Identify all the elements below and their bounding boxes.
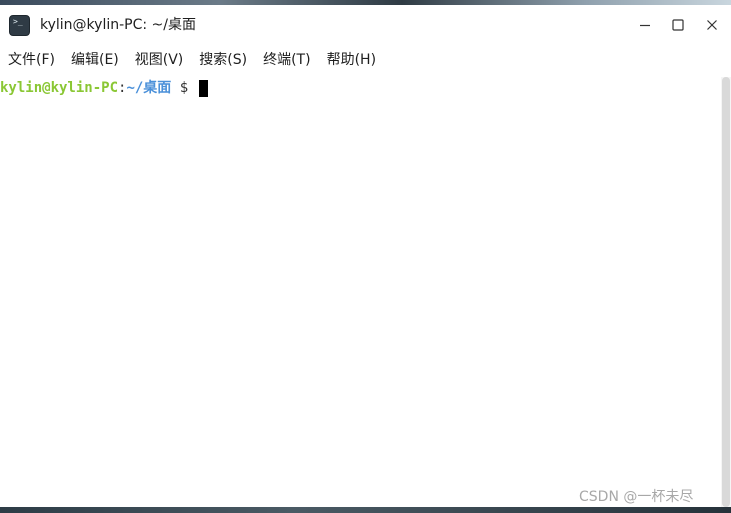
scrollbar-thumb[interactable] (722, 77, 730, 507)
terminal-output-area[interactable]: kylin@kylin-PC: ~/桌面 $ (0, 77, 721, 507)
menu-terminal[interactable]: 终端(T) (255, 48, 318, 72)
menu-bar: 文件(F) 编辑(E) 视图(V) 搜索(S) 终端(T) 帮助(H) (0, 47, 731, 73)
prompt-symbol: $ (171, 80, 197, 96)
menu-edit[interactable]: 编辑(E) (63, 48, 127, 72)
watermark: CSDN @一杯未尽 (579, 489, 694, 505)
vertical-scrollbar[interactable] (721, 77, 731, 507)
menu-file[interactable]: 文件(F) (0, 48, 63, 72)
prompt-path: ~/桌面 (126, 80, 172, 96)
menu-search[interactable]: 搜索(S) (191, 48, 255, 72)
text-cursor (198, 79, 208, 97)
close-icon (707, 20, 717, 30)
minimize-icon (640, 24, 650, 27)
terminal-window: >_ kylin@kylin-PC: ~/桌面 文件(F) 编辑(E) 视图(V… (0, 0, 731, 513)
prompt-line: kylin@kylin-PC: ~/桌面 $ (0, 78, 208, 98)
window-title: kylin@kylin-PC: ~/桌面 (40, 17, 196, 33)
prompt-colon: : (118, 80, 127, 96)
desktop-background-bottom (0, 507, 731, 513)
maximize-icon (672, 19, 684, 31)
maximize-button[interactable] (665, 13, 691, 37)
title-bar[interactable]: >_ kylin@kylin-PC: ~/桌面 (0, 5, 731, 42)
menu-help[interactable]: 帮助(H) (319, 48, 384, 72)
close-button[interactable] (699, 13, 725, 37)
menu-view[interactable]: 视图(V) (127, 48, 192, 72)
prompt-user-host: kylin@kylin-PC (0, 80, 119, 96)
minimize-button[interactable] (632, 13, 658, 37)
terminal-icon: >_ (9, 15, 30, 36)
